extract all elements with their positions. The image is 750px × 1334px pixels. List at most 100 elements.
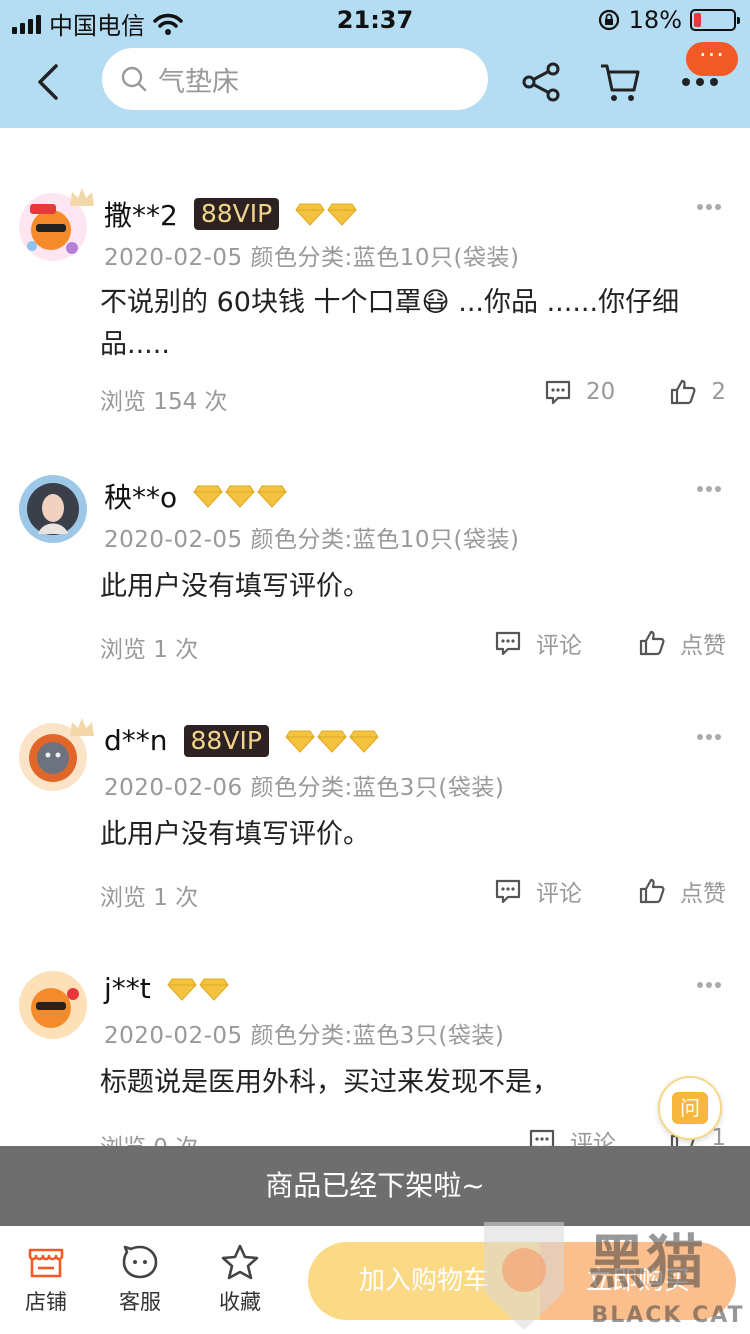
username: j**t xyxy=(104,972,151,1005)
review-sku: 颜色分类:蓝色3只(袋装) xyxy=(250,775,505,801)
view-count: 浏览 154 次 xyxy=(100,389,228,415)
share-icon[interactable] xyxy=(520,60,564,104)
comment-label: 评论 xyxy=(536,633,582,659)
like-button[interactable]: 2 xyxy=(669,378,726,406)
tab-shop[interactable]: 店铺 xyxy=(6,1244,86,1316)
comment-button[interactable]: 评论 xyxy=(494,626,582,660)
review-text: 此用户没有填写评价。 xyxy=(100,819,370,850)
diamond-icon xyxy=(167,978,197,1001)
battery-icon xyxy=(690,9,740,31)
like-label: 点赞 xyxy=(680,881,726,907)
diamond-icon xyxy=(257,485,287,508)
username-row: 秧**o xyxy=(104,476,287,516)
username: 秧**o xyxy=(104,481,178,514)
vip-badge: 88VIP xyxy=(193,198,280,230)
search-input[interactable]: 气垫床 xyxy=(102,48,488,110)
diamond-icon xyxy=(225,485,255,508)
username: d**n xyxy=(104,724,168,757)
watermark-text: 黑猫 xyxy=(588,1228,704,1296)
comment-button[interactable]: 20 xyxy=(544,378,615,406)
review-meta: 2020-02-05 颜色分类:蓝色3只(袋装) xyxy=(104,1016,504,1050)
review-text: 此用户没有填写评价。 xyxy=(100,571,370,602)
comment-icon xyxy=(529,1129,555,1148)
watermark-sub: BLACK CAT xyxy=(591,1303,744,1328)
review-stats: 浏览 154 次 20 2 xyxy=(100,378,726,415)
comment-button[interactable]: 评论 xyxy=(528,1124,616,1148)
review-item: 秧**o 2020-02-05 颜色分类:蓝色10只(袋装) 此用户没有填写评价… xyxy=(0,458,750,698)
cart-icon[interactable] xyxy=(598,60,642,104)
comment-icon xyxy=(495,631,521,656)
shop-icon xyxy=(28,1248,64,1278)
review-meta: 2020-02-05 颜色分类:蓝色10只(袋装) xyxy=(104,238,519,272)
more-options-icon[interactable] xyxy=(696,202,722,212)
review-text: 不说别的 60块钱 十个口罩😷 ...你品 ......你仔细品..... xyxy=(100,287,680,360)
ask-question-button[interactable]: 问 xyxy=(658,1076,722,1140)
message-badge[interactable]: ··· xyxy=(686,42,738,76)
more-options-icon[interactable] xyxy=(696,484,722,494)
review-list: 撒**2 88VIP 2020-02-05 颜色分类:蓝色10只(袋装) 不说别… xyxy=(0,128,750,1148)
review-date: 2020-02-05 xyxy=(104,245,243,271)
header-bar: 中国电信 21:37 18% 气垫床 ··· xyxy=(0,0,750,128)
diamond-icon xyxy=(193,485,223,508)
more-options-icon[interactable] xyxy=(696,980,722,990)
comment-icon xyxy=(545,380,571,405)
review-sku: 颜色分类:蓝色3只(袋装) xyxy=(250,1023,505,1049)
back-icon[interactable] xyxy=(30,60,70,104)
crown-icon xyxy=(70,188,94,206)
thumbs-up-icon xyxy=(639,630,665,656)
ask-label: 问 xyxy=(672,1092,708,1124)
review-sku: 颜色分类:蓝色10只(袋装) xyxy=(250,245,520,271)
avatar-image xyxy=(19,475,87,543)
more-options-icon[interactable] xyxy=(696,732,722,742)
avatar[interactable] xyxy=(18,970,88,1040)
username-row: d**n 88VIP xyxy=(104,724,379,757)
view-count: 浏览 0 次 xyxy=(100,1135,199,1148)
rotation-lock-icon xyxy=(598,9,619,31)
tab-favorite[interactable]: 收藏 xyxy=(200,1244,280,1316)
comment-label: 评论 xyxy=(536,881,582,907)
tab-label: 客服 xyxy=(119,1290,161,1314)
review-date: 2020-02-05 xyxy=(104,1023,243,1049)
like-count: 2 xyxy=(711,379,726,405)
like-label: 点赞 xyxy=(680,633,726,659)
comment-icon xyxy=(495,879,521,904)
tab-label: 收藏 xyxy=(219,1290,261,1314)
review-stats: 浏览 0 次 评论 1 xyxy=(100,1124,726,1148)
level-gems xyxy=(193,484,287,508)
avatar-image xyxy=(19,971,87,1039)
thumbs-up-icon xyxy=(671,379,696,405)
review-text: 标题说是医用外科，买过来发现不是， xyxy=(100,1067,559,1098)
level-gems xyxy=(285,729,379,753)
black-cat-watermark: 黑猫 BLACK CAT xyxy=(484,1222,744,1330)
star-icon xyxy=(221,1244,259,1280)
diamond-icon xyxy=(317,730,347,753)
review-date: 2020-02-06 xyxy=(104,775,243,801)
search-icon xyxy=(121,66,147,92)
avatar[interactable] xyxy=(18,474,88,544)
like-button[interactable]: 点赞 xyxy=(638,874,726,908)
comment-label: 评论 xyxy=(570,1131,616,1148)
comment-button[interactable]: 评论 xyxy=(494,874,582,908)
avatar[interactable] xyxy=(18,188,94,262)
view-count: 浏览 1 次 xyxy=(100,885,199,911)
avatar[interactable] xyxy=(18,718,94,792)
review-meta: 2020-02-05 颜色分类:蓝色10只(袋装) xyxy=(104,520,519,554)
like-button[interactable]: 点赞 xyxy=(638,626,726,660)
comment-count: 20 xyxy=(586,379,616,405)
diamond-icon xyxy=(327,203,357,226)
username: 撒**2 xyxy=(104,199,178,232)
username-row: j**t xyxy=(104,972,229,1005)
diamond-icon xyxy=(199,978,229,1001)
level-gems xyxy=(295,202,357,226)
review-meta: 2020-02-06 颜色分类:蓝色3只(袋装) xyxy=(104,768,504,802)
review-sku: 颜色分类:蓝色10只(袋装) xyxy=(250,527,520,553)
diamond-icon xyxy=(285,730,315,753)
thumbs-up-icon xyxy=(639,878,665,904)
username-row: 撒**2 88VIP xyxy=(104,194,357,234)
diamond-icon xyxy=(295,203,325,226)
vip-badge: 88VIP xyxy=(183,724,269,757)
level-gems xyxy=(167,977,229,1001)
tab-service[interactable]: 客服 xyxy=(100,1244,180,1316)
delisted-toast: 商品已经下架啦~ xyxy=(0,1146,750,1226)
review-item: d**n 88VIP 2020-02-06 颜色分类:蓝色3只(袋装) 此用户没… xyxy=(0,706,750,946)
